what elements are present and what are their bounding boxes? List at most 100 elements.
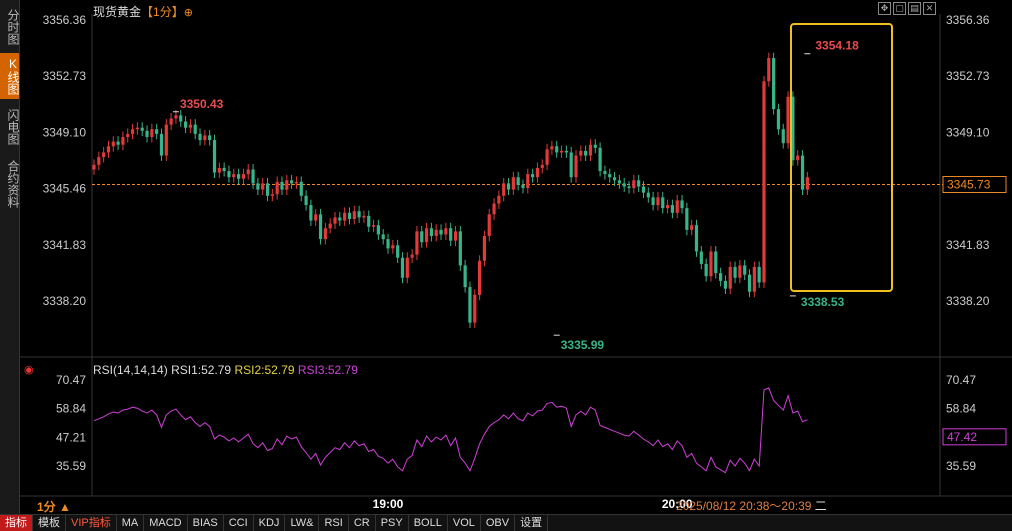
- candle-body: [747, 274, 752, 292]
- candle-body: [111, 141, 115, 147]
- toolbar-item-6[interactable]: CCI: [224, 515, 254, 531]
- candle-body: [506, 183, 511, 190]
- candle-body: [608, 174, 612, 178]
- toolbar-item-12[interactable]: BOLL: [409, 515, 448, 531]
- candle-body: [743, 265, 747, 275]
- toolbar-item-1[interactable]: 模板: [33, 515, 66, 531]
- candle-body: [704, 263, 708, 277]
- toolbar-item-8[interactable]: LW&: [285, 515, 320, 531]
- candle-body: [482, 236, 487, 261]
- candle-body: [593, 144, 597, 148]
- candle-body: [603, 171, 607, 175]
- candle-body: [410, 254, 414, 258]
- rsi-tick-right: 58.84: [946, 402, 976, 416]
- y-tick-left: 3345.46: [43, 182, 87, 196]
- candle-body: [487, 214, 491, 237]
- candle-body: [574, 155, 578, 178]
- candle-body: [371, 225, 376, 227]
- candle-body: [719, 273, 723, 281]
- candle-body: [405, 257, 409, 278]
- candle-body: [237, 174, 241, 179]
- candle-body: [762, 81, 766, 283]
- candle-body: [622, 183, 626, 187]
- candle-body: [347, 212, 352, 219]
- candle-body: [314, 214, 318, 221]
- candle-body: [396, 245, 400, 258]
- candle-body: [786, 96, 790, 144]
- y-tick-left: 3352.73: [43, 69, 87, 83]
- time-range-text: 2025/08/12 20:38～20:39: [676, 499, 812, 513]
- toolbar-item-15[interactable]: 设置: [515, 515, 549, 531]
- candle-body: [386, 239, 390, 249]
- candle-body: [198, 133, 202, 141]
- candle-body: [318, 214, 323, 240]
- rsi-settings-icon[interactable]: ◉: [24, 363, 34, 376]
- candle-body: [400, 257, 405, 278]
- candle-body: [579, 150, 583, 156]
- candle-body: [473, 294, 477, 323]
- toolbar-item-4[interactable]: MACD: [144, 515, 188, 531]
- candle-body: [102, 152, 106, 158]
- toolbar-item-10[interactable]: CR: [349, 515, 376, 531]
- toolbar-item-9[interactable]: RSI: [319, 515, 349, 531]
- candle-body: [714, 251, 718, 274]
- candle-body: [121, 136, 125, 145]
- toolbar-item-5[interactable]: BIAS: [188, 515, 224, 531]
- candle-body: [309, 205, 313, 221]
- high-right-label: 3354.18: [815, 39, 859, 53]
- candle-body: [612, 177, 617, 181]
- candle-body: [188, 124, 192, 128]
- candle-body: [106, 146, 111, 153]
- candle-body: [502, 183, 506, 196]
- candle-body: [352, 211, 356, 219]
- candle-body: [444, 228, 448, 235]
- candle-body: [781, 129, 785, 144]
- toolbar-item-13[interactable]: VOL: [448, 515, 481, 531]
- chart-canvas: 3356.36 3356.36 3352.73 3352.73 3349.10 3349.…: [20, 13, 1012, 511]
- candle-body: [637, 180, 641, 187]
- candle-body: [800, 155, 805, 190]
- candle-body: [531, 174, 535, 178]
- time-range: 2025/08/12 20:38～20:39 二: [676, 497, 827, 514]
- x-tick-label: 19:00: [373, 497, 404, 511]
- candle-body: [738, 265, 742, 278]
- toolbar-item-3[interactable]: MA: [117, 515, 145, 531]
- candle-body: [627, 186, 631, 189]
- candle-body: [458, 231, 462, 266]
- candle-body: [632, 180, 636, 189]
- toolbar-item-7[interactable]: KDJ: [254, 515, 286, 531]
- candle-body: [453, 231, 458, 241]
- candle-body: [434, 229, 438, 237]
- candle-body: [130, 129, 135, 134]
- rsi-tick-left: 70.47: [56, 373, 86, 387]
- candle-body: [699, 251, 703, 264]
- toolbar-item-11[interactable]: PSY: [376, 515, 409, 531]
- candle-body: [690, 225, 694, 230]
- candle-body: [174, 115, 178, 119]
- candle-body: [251, 169, 255, 184]
- candle-body: [155, 129, 159, 134]
- candle-body: [265, 183, 270, 196]
- candle-body: [439, 229, 443, 235]
- rsi-line: [93, 387, 808, 474]
- high-left-label: 3350.43: [180, 97, 224, 111]
- rsi-tick-right: 35.59: [946, 459, 976, 473]
- toolbar-item-14[interactable]: OBV: [481, 515, 516, 531]
- toolbar-item-2[interactable]: VIP指标: [66, 515, 117, 531]
- toolbar-item-0[interactable]: 指标: [0, 515, 33, 531]
- candle-body: [357, 211, 361, 218]
- candle-body: [555, 146, 559, 153]
- highlight-box: [790, 23, 893, 292]
- candle-body: [497, 195, 501, 204]
- candle-body: [424, 228, 429, 243]
- candle-body: [391, 245, 395, 249]
- candle-body: [304, 195, 308, 206]
- candle-body: [212, 140, 217, 173]
- candle-body: [550, 146, 554, 150]
- candle-body: [776, 109, 781, 130]
- period-label[interactable]: 1分 ▲: [37, 498, 71, 515]
- candle-body: [193, 124, 197, 134]
- candle-body: [767, 58, 771, 82]
- y-tick-right: 3356.36: [946, 13, 990, 27]
- rsi-tick-right: 70.47: [946, 373, 976, 387]
